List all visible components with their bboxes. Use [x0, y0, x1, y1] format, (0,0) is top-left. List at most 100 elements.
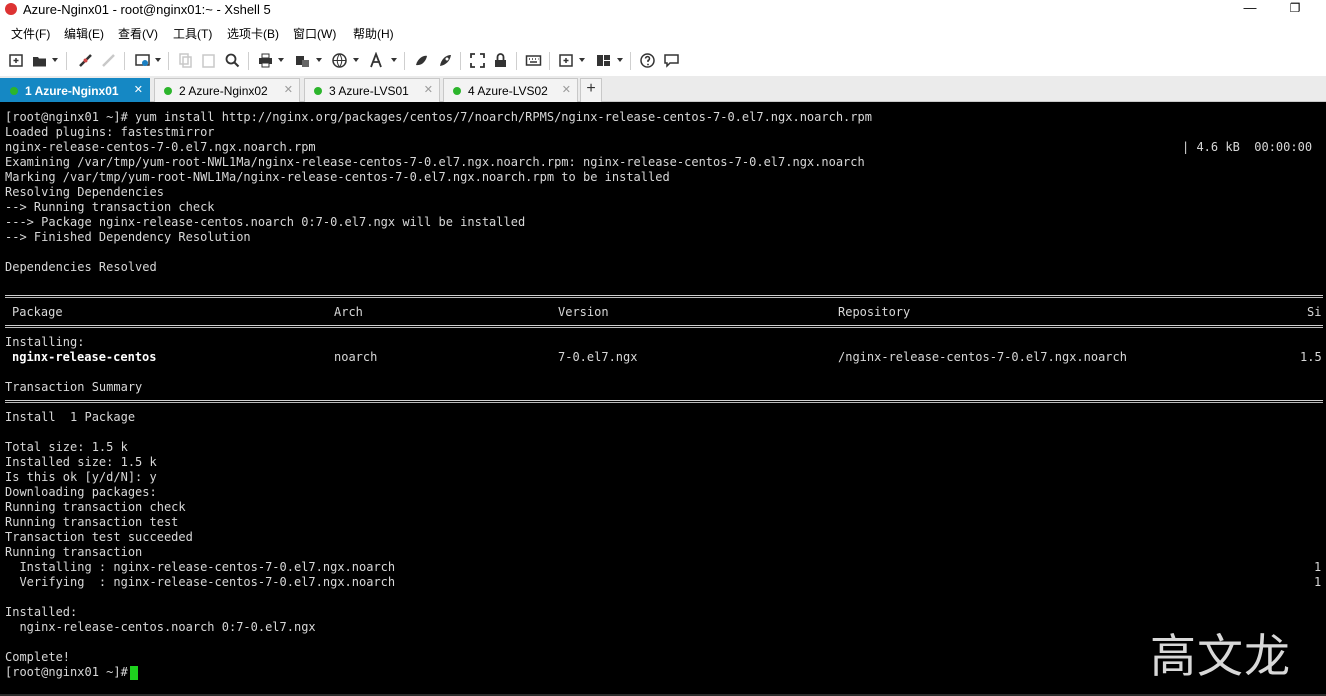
terminal-line: Running transaction test: [5, 515, 179, 529]
close-icon[interactable]: ✕: [424, 83, 433, 96]
menu-window[interactable]: 窗口(W): [293, 25, 336, 42]
toolbar-separator: [460, 52, 461, 70]
properties-dropdown-caret[interactable]: [155, 58, 161, 62]
xftp-icon[interactable]: [413, 52, 430, 69]
copy-icon: [179, 53, 192, 68]
step-count: 1: [1314, 575, 1322, 589]
tab-azure-lvs02[interactable]: 4 Azure-LVS02 ✕: [443, 78, 578, 102]
find-icon[interactable]: [224, 52, 241, 69]
toolbar-separator: [248, 52, 249, 70]
terminal-line: Resolving Dependencies: [5, 185, 164, 199]
close-icon[interactable]: ✕: [562, 83, 571, 96]
toolbar-separator: [516, 52, 517, 70]
new-tab-button[interactable]: +: [580, 78, 602, 102]
toolbar-separator: [66, 52, 67, 70]
menu-bar: 文件(F) 编辑(E) 查看(V) 工具(T) 选项卡(B) 窗口(W) 帮助(…: [0, 20, 1326, 44]
toolbar: [0, 44, 1326, 76]
package-repository: /nginx-release-centos-7-0.el7.ngx.noarch: [838, 350, 1127, 364]
add-tab-icon[interactable]: [558, 52, 575, 69]
font-dropdown-caret[interactable]: [391, 58, 397, 62]
separator-rule: [5, 295, 1323, 298]
step-count: 1: [1314, 560, 1322, 574]
menu-edit[interactable]: 编辑(E): [64, 25, 104, 42]
add-tab-dropdown-caret[interactable]: [579, 58, 585, 62]
terminal-line: Dependencies Resolved: [5, 260, 157, 274]
print-icon[interactable]: [257, 52, 274, 69]
terminal-line: Running transaction: [5, 545, 143, 559]
terminal-line: Installed size: 1.5 k: [5, 455, 157, 469]
close-icon[interactable]: ✕: [284, 83, 293, 96]
transfer-dropdown-caret[interactable]: [316, 58, 322, 62]
toolbar-separator: [549, 52, 550, 70]
tab-label: 2 Azure-Nginx02: [179, 84, 268, 98]
column-header-package: Package: [12, 305, 63, 319]
close-icon[interactable]: ✕: [134, 83, 143, 96]
download-progress: | 4.6 kB 00:00:00: [1182, 140, 1313, 154]
layout-icon[interactable]: [595, 52, 612, 69]
menu-tabs[interactable]: 选项卡(B): [227, 25, 279, 42]
column-header-arch: Arch: [334, 305, 363, 319]
package-arch: noarch: [334, 350, 378, 364]
install-count: Install 1 Package: [5, 410, 136, 424]
terminal-line: Is this ok [y/d/N]: y: [5, 470, 157, 484]
terminal-line: Running transaction check: [5, 500, 186, 514]
tab-azure-nginx01[interactable]: 1 Azure-Nginx01 ✕: [0, 78, 150, 102]
terminal-line: [root@nginx01 ~]# yum install http://ngi…: [5, 110, 872, 124]
column-header-size: Si: [1307, 305, 1322, 319]
globe-dropdown-caret[interactable]: [353, 58, 359, 62]
toolbar-separator: [168, 52, 169, 70]
layout-dropdown-caret[interactable]: [617, 58, 623, 62]
chat-icon[interactable]: [663, 52, 680, 69]
menu-file[interactable]: 文件(F): [11, 25, 50, 42]
xagent-icon[interactable]: [437, 52, 454, 69]
connected-status-icon: [314, 87, 322, 95]
package-name: nginx-release-centos: [12, 350, 157, 364]
globe-icon[interactable]: [331, 52, 348, 69]
paste-icon: [202, 54, 215, 68]
terminal-line: Marking /var/tmp/yum-root-NWL1Ma/nginx-r…: [5, 170, 670, 184]
package-size: 1.5: [1300, 350, 1322, 364]
terminal-line: Installed:: [5, 605, 78, 619]
connected-status-icon: [453, 87, 461, 95]
separator-rule: [5, 325, 1323, 328]
new-session-icon[interactable]: [8, 52, 25, 69]
tab-azure-nginx02[interactable]: 2 Azure-Nginx02 ✕: [154, 78, 300, 102]
open-dropdown-caret[interactable]: [52, 58, 58, 62]
xshell-app-icon: [5, 3, 17, 15]
terminal-line: --> Finished Dependency Resolution: [5, 230, 251, 244]
lock-icon[interactable]: [492, 52, 509, 69]
menu-tools[interactable]: 工具(T): [173, 25, 212, 42]
terminal-line: Transaction test succeeded: [5, 530, 193, 544]
properties-icon[interactable]: [134, 52, 151, 69]
menu-help[interactable]: 帮助(H): [353, 25, 394, 42]
minimize-button[interactable]: —: [1243, 0, 1257, 18]
reconnect-icon: [102, 54, 115, 67]
terminal-line: ---> Package nginx-release-centos.noarch…: [5, 215, 526, 229]
separator-rule: [5, 400, 1323, 403]
column-header-repository: Repository: [838, 305, 911, 319]
restore-button[interactable]: ❐: [1288, 0, 1302, 18]
font-icon[interactable]: [368, 52, 385, 69]
fullscreen-icon[interactable]: [469, 52, 486, 69]
installing-label: Installing:: [5, 335, 85, 349]
help-icon[interactable]: [639, 52, 656, 69]
connected-status-icon: [10, 87, 18, 95]
terminal-line: Downloading packages:: [5, 485, 157, 499]
terminal-line: nginx-release-centos-7-0.el7.ngx.noarch.…: [5, 140, 316, 154]
terminal-line: Loaded plugins: fastestmirror: [5, 125, 215, 139]
terminal-area[interactable]: [root@nginx01 ~]# yum install http://ngi…: [0, 102, 1326, 696]
print-dropdown-caret[interactable]: [278, 58, 284, 62]
disconnect-icon[interactable]: [77, 52, 94, 69]
tab-azure-lvs01[interactable]: 3 Azure-LVS01 ✕: [304, 78, 440, 102]
toolbar-separator: [404, 52, 405, 70]
toolbar-separator: [630, 52, 631, 70]
toolbar-separator: [124, 52, 125, 70]
keyboard-icon[interactable]: [525, 52, 542, 69]
open-folder-icon[interactable]: [31, 52, 48, 69]
transfer-icon[interactable]: [294, 52, 311, 69]
terminal-cursor: [130, 666, 138, 680]
column-header-version: Version: [558, 305, 609, 319]
menu-view[interactable]: 查看(V): [118, 25, 158, 42]
tab-label: 1 Azure-Nginx01: [25, 84, 119, 98]
author-watermark: 高文龙: [1150, 629, 1291, 683]
